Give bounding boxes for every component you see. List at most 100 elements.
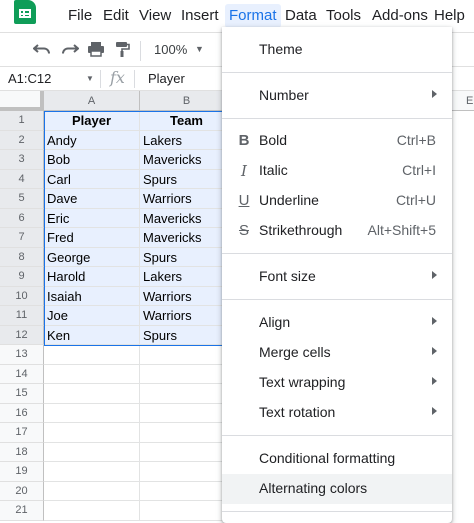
cell-a[interactable]: Joe	[44, 306, 140, 326]
cell-b[interactable]: Spurs	[140, 169, 234, 189]
menu-tools[interactable]: Tools	[326, 6, 361, 28]
row-header[interactable]: 13	[0, 345, 44, 365]
cell-b[interactable]	[140, 403, 234, 423]
cell-a[interactable]: Fred	[44, 228, 140, 248]
zoom-select[interactable]: 100%	[154, 42, 187, 57]
cell-a[interactable]	[44, 501, 140, 521]
cell-a[interactable]	[44, 384, 140, 404]
row-header[interactable]: 15	[0, 384, 44, 404]
row-header[interactable]: 17	[0, 423, 44, 443]
menu-add-ons[interactable]: Add-ons	[372, 6, 428, 28]
menu-format[interactable]: Format	[225, 4, 281, 28]
menu-item-number[interactable]: Number	[222, 81, 452, 111]
undo-icon[interactable]	[32, 41, 52, 59]
cell-a[interactable]	[44, 364, 140, 384]
cell-a[interactable]: Carl	[44, 169, 140, 189]
column-header-e[interactable]: E	[450, 91, 474, 111]
cell-b[interactable]	[140, 384, 234, 404]
menu-item-theme[interactable]: Theme	[222, 35, 452, 65]
cell-a[interactable]	[44, 462, 140, 482]
column-header-a[interactable]: A	[44, 91, 140, 111]
zoom-caret-icon[interactable]: ▼	[195, 44, 204, 54]
cell-a[interactable]: Bob	[44, 150, 140, 170]
menu-item-conditional-formatting[interactable]: Conditional formatting	[222, 444, 452, 474]
submenu-arrow-icon	[432, 90, 437, 98]
cell-b[interactable]: Warriors	[140, 286, 234, 306]
row-header[interactable]: 19	[0, 462, 44, 482]
menu-item-alternating-colors[interactable]: Alternating colors	[222, 474, 452, 504]
menu-item-font-size[interactable]: Font size	[222, 262, 452, 292]
sheets-logo-icon[interactable]	[14, 0, 36, 24]
cell-b[interactable]	[140, 442, 234, 462]
menu-edit[interactable]: Edit	[103, 6, 129, 28]
row-header[interactable]: 9	[0, 267, 44, 287]
row-header[interactable]: 10	[0, 286, 44, 306]
menu-item-merge-cells[interactable]: Merge cells	[222, 338, 452, 368]
cell-b[interactable]: Mavericks	[140, 228, 234, 248]
name-box-caret-icon[interactable]: ▼	[86, 74, 94, 83]
row-header[interactable]: 20	[0, 481, 44, 501]
menu-insert[interactable]: Insert	[181, 6, 219, 28]
cell-b[interactable]: Spurs	[140, 247, 234, 267]
cell-a[interactable]: Ken	[44, 325, 140, 345]
cell-b[interactable]: Mavericks	[140, 150, 234, 170]
menu-item-text-wrapping[interactable]: Text wrapping	[222, 368, 452, 398]
redo-icon[interactable]	[60, 41, 80, 59]
menu-item-text-rotation[interactable]: Text rotation	[222, 398, 452, 428]
name-box[interactable]: A1:C12	[8, 71, 51, 86]
cell-b[interactable]: Warriors	[140, 189, 234, 209]
cell-b[interactable]	[140, 501, 234, 521]
cell-b[interactable]	[140, 481, 234, 501]
row-header[interactable]: 7	[0, 228, 44, 248]
cell-b[interactable]	[140, 364, 234, 384]
row-header[interactable]: 4	[0, 169, 44, 189]
cell-b[interactable]	[140, 462, 234, 482]
cell-a[interactable]	[44, 345, 140, 365]
cell-a[interactable]: Harold	[44, 267, 140, 287]
menu-data[interactable]: Data	[285, 6, 317, 28]
row-header[interactable]: 16	[0, 403, 44, 423]
row-header[interactable]: 21	[0, 501, 44, 521]
cell-b[interactable]: Team	[140, 111, 234, 131]
formula-input[interactable]: Player	[148, 71, 185, 86]
cell-a[interactable]	[44, 481, 140, 501]
row-header[interactable]: 5	[0, 189, 44, 209]
cell-a[interactable]: Andy	[44, 130, 140, 150]
row-header[interactable]: 18	[0, 442, 44, 462]
row-header[interactable]: 2	[0, 130, 44, 150]
row-header[interactable]: 11	[0, 306, 44, 326]
menu-file[interactable]: File	[68, 6, 92, 28]
cell-b[interactable]	[140, 345, 234, 365]
cell-a[interactable]: Eric	[44, 208, 140, 228]
menu-item-bold[interactable]: B Bold Ctrl+B	[222, 126, 452, 156]
cell-b[interactable]: Lakers	[140, 130, 234, 150]
row-header[interactable]: 6	[0, 208, 44, 228]
paint-format-icon[interactable]	[112, 41, 132, 59]
cell-a[interactable]	[44, 403, 140, 423]
cell-b[interactable]: Spurs	[140, 325, 234, 345]
cell-b[interactable]: Mavericks	[140, 208, 234, 228]
cell-a[interactable]: Isaiah	[44, 286, 140, 306]
cell-a[interactable]: Player	[44, 111, 140, 131]
row-header[interactable]: 14	[0, 364, 44, 384]
row-header[interactable]: 3	[0, 150, 44, 170]
cell-a[interactable]	[44, 442, 140, 462]
menu-item-italic[interactable]: I Italic Ctrl+I	[222, 156, 452, 186]
menu-help[interactable]: Help	[434, 6, 465, 28]
menu-view[interactable]: View	[139, 6, 171, 28]
cell-b[interactable]: Lakers	[140, 267, 234, 287]
row-header[interactable]: 8	[0, 247, 44, 267]
menu-item-underline[interactable]: U Underline Ctrl+U	[222, 186, 452, 216]
cell-a[interactable]: Dave	[44, 189, 140, 209]
row-header[interactable]: 12	[0, 325, 44, 345]
cell-a[interactable]: George	[44, 247, 140, 267]
row-header[interactable]: 1	[0, 111, 44, 131]
cell-a[interactable]	[44, 423, 140, 443]
cell-b[interactable]: Warriors	[140, 306, 234, 326]
cell-b[interactable]	[140, 423, 234, 443]
menu-item-strikethrough[interactable]: S Strikethrough Alt+Shift+5	[222, 216, 452, 246]
select-all-corner[interactable]	[0, 91, 44, 111]
column-header-b[interactable]: B	[140, 91, 234, 111]
print-icon[interactable]	[86, 41, 106, 59]
menu-item-align[interactable]: Align	[222, 308, 452, 338]
